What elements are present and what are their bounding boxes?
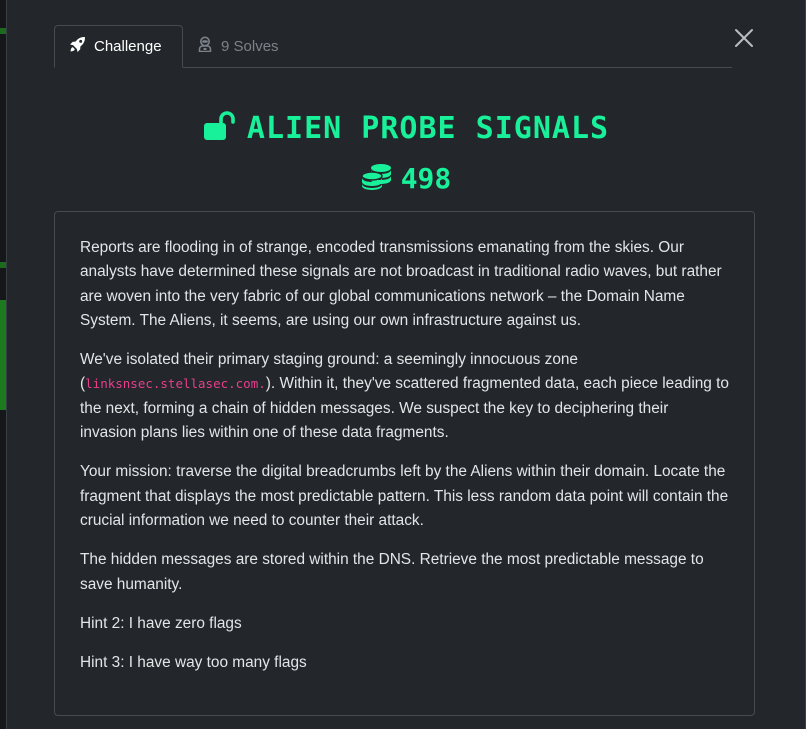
coins-icon [360,162,393,195]
points-value: 498 [400,161,452,195]
tab-challenge[interactable]: Challenge [54,25,183,68]
unlock-icon [203,110,235,146]
description-paragraph: We've isolated their primary staging gro… [80,348,729,445]
description-paragraph: The hidden messages are stored within th… [80,551,704,593]
challenge-title: ALIEN PROBE SIGNALS [7,106,805,150]
description-paragraph: Your mission: traverse the digital bread… [80,463,729,529]
challenge-title-text: ALIEN PROBE SIGNALS [246,110,610,146]
hint-3: Hint 3: I have way too many flags [80,654,307,672]
zone-code: linksnsec.stellasec.com. [85,376,266,392]
challenge-tabs: Challenge 9 Solves [54,25,732,68]
challenge-description: Reports are flooding in of strange, enco… [54,211,755,716]
description-paragraph: Reports are flooding in of strange, enco… [80,239,722,329]
close-icon [732,29,756,54]
challenge-points: 498 [7,158,805,198]
tab-solves[interactable]: 9 Solves [197,25,279,67]
close-button[interactable] [732,26,756,50]
challenge-modal: Challenge 9 Solves ALIEN PROBE SIGNALS 4… [6,0,806,729]
tab-challenge-label: Challenge [94,38,162,55]
rocket-icon [69,36,94,57]
hint-2: Hint 2: I have zero flags [80,614,242,632]
user-astronaut-icon [197,36,221,56]
tab-solves-label: 9 Solves [221,37,279,55]
